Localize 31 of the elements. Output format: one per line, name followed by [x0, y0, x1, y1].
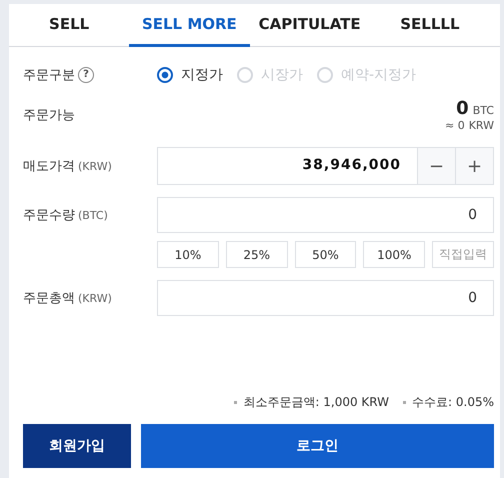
info-note: 수수료: 0.05% [403, 394, 494, 411]
tab[interactable]: SELL MORE [129, 4, 250, 47]
tab[interactable]: CAPITULATE [250, 4, 370, 47]
quantity-input[interactable]: 0 [157, 197, 494, 233]
field-label: 주문수량 [23, 207, 75, 224]
price-input[interactable]: 38,946,000 [158, 148, 417, 182]
increase-button[interactable]: + [455, 148, 493, 184]
info-note: 최소주문금액: 1,000 KRW [234, 394, 390, 411]
signup-button[interactable]: 회원가입 [23, 424, 131, 468]
unit-label: (KRW) [78, 292, 112, 304]
tab[interactable]: SELLLL [370, 4, 490, 47]
percent-button[interactable]: 50% [294, 241, 356, 268]
unit-label: (BTC) [78, 208, 108, 222]
percent-button[interactable]: 10% [157, 241, 219, 268]
percent-button[interactable]: 100% [363, 241, 426, 268]
available-amount: 0 [456, 98, 469, 119]
field-label: 매도가격 [23, 158, 75, 175]
unit-label: BTC [472, 104, 494, 117]
field-label: 주문구분 [23, 67, 75, 84]
login-button[interactable]: 로그인 [141, 424, 494, 468]
field-label: 주문총액 [23, 290, 75, 307]
tab[interactable]: SELL [9, 4, 130, 47]
approx-amount: ≈ 0 [444, 119, 465, 132]
decrease-button[interactable]: − [417, 148, 455, 184]
field-label: 주문가능 [23, 107, 76, 124]
unit-label: (KRW) [78, 160, 112, 172]
radio-option[interactable]: 지정가 [157, 66, 223, 84]
unit-label: KRW [468, 119, 494, 132]
total-input[interactable]: 0 [157, 280, 494, 316]
percent-button[interactable]: 25% [226, 241, 288, 268]
help-icon[interactable]: ? [78, 67, 94, 83]
